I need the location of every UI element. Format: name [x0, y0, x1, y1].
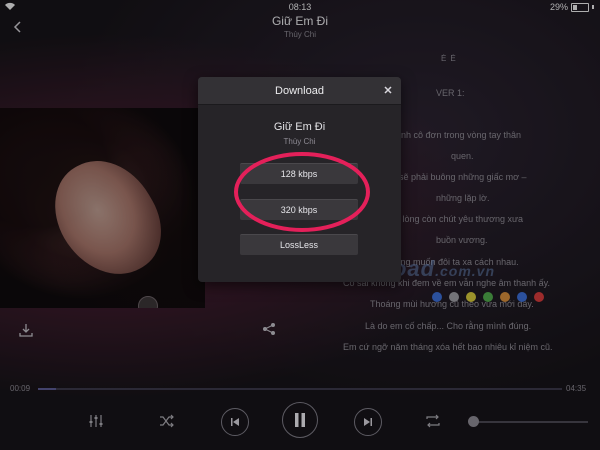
dialog-artist: Thùy Chi	[283, 137, 316, 146]
quality-lossless-button[interactable]: LossLess	[240, 234, 358, 255]
dialog-header: Download	[198, 77, 401, 105]
dialog-song-title: Giữ Em Đi	[273, 121, 326, 133]
highlight-ring	[234, 152, 370, 232]
dialog-title: Download	[275, 85, 324, 97]
player-screen: 08:13 29% Giữ Em Đi Thùy Chi ĖĖ VER 1: g…	[0, 0, 600, 450]
close-icon[interactable]	[382, 83, 394, 95]
